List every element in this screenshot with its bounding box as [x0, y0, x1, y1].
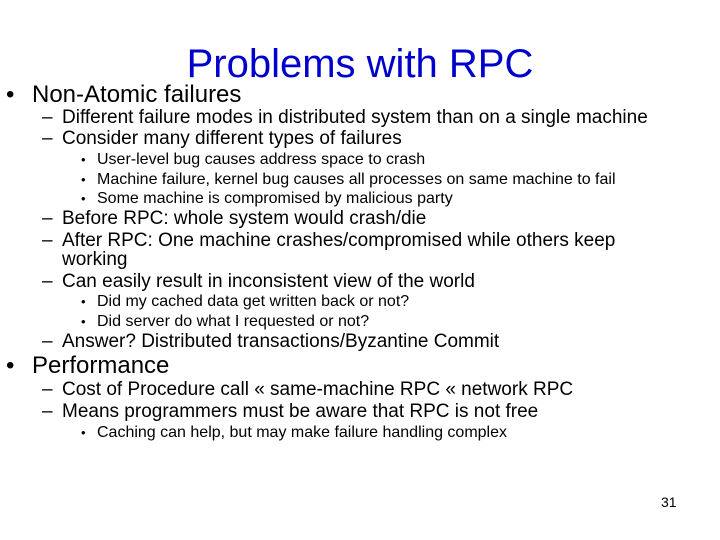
dash-marker: – — [42, 128, 53, 149]
dash-marker: – — [42, 208, 53, 229]
dash-marker: – — [42, 401, 53, 422]
bullet-marker: • — [81, 191, 86, 206]
bullet-non-atomic: • Non-Atomic failures — [6, 81, 242, 108]
bullet-performance: • Performance — [6, 352, 170, 379]
sub-bullet: – Can easily result in inconsistent view… — [42, 271, 475, 292]
sub-sub-bullet: • Some machine is compromised by malicio… — [81, 190, 453, 207]
dash-marker: – — [42, 379, 53, 400]
bullet-marker: • — [6, 352, 15, 379]
bullet-marker: • — [81, 152, 86, 167]
sub-bullet: – Different failure modes in distributed… — [42, 107, 648, 128]
sub-bullet-continuation: working — [62, 249, 128, 270]
bullet-marker: • — [6, 81, 15, 108]
sub-sub-bullet: • Caching can help, but may make failure… — [81, 424, 508, 441]
dash-marker: – — [42, 331, 53, 352]
bullet-marker: • — [81, 294, 86, 309]
sub-sub-bullet: • User-level bug causes address space to… — [81, 151, 426, 168]
sub-bullet: – Answer? Distributed transactions/Byzan… — [42, 331, 500, 352]
sub-bullet: – Consider many different types of failu… — [42, 128, 402, 149]
sub-bullet: – Before RPC: whole system would crash/d… — [42, 208, 427, 229]
sub-bullet: – After RPC: One machine crashes/comprom… — [42, 230, 616, 251]
sub-bullet: – Cost of Procedure call « same-machine … — [42, 379, 574, 400]
sub-sub-bullet: • Did my cached data get written back or… — [81, 293, 410, 310]
slide-title-text: Problems with RPC — [186, 42, 534, 86]
dash-marker: – — [42, 271, 53, 292]
dash-marker: – — [42, 107, 53, 128]
page-number: 31 — [661, 494, 677, 510]
bullet-marker: • — [81, 425, 86, 440]
bullet-marker: • — [81, 172, 86, 187]
dash-marker: – — [42, 230, 53, 251]
bullet-marker: • — [81, 314, 86, 329]
sub-sub-bullet: • Did server do what I requested or not? — [81, 313, 370, 330]
sub-bullet: – Means programmers must be aware that R… — [42, 401, 539, 422]
sub-sub-bullet: • Machine failure, kernel bug causes all… — [81, 171, 616, 188]
